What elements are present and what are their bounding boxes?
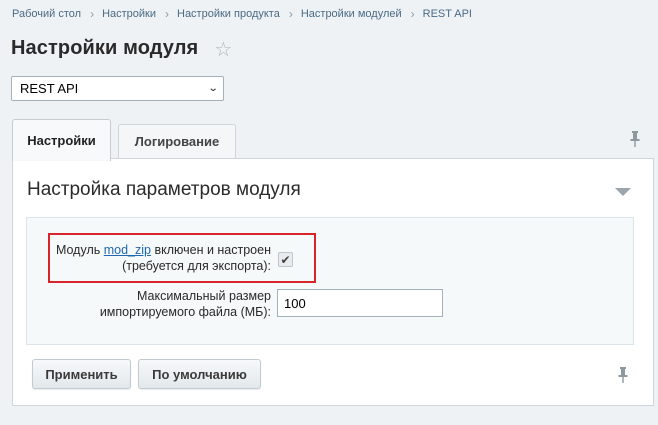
chevron-right-icon: › bbox=[288, 7, 293, 21]
settings-form: Модуль mod_zip включен и настроен (требу… bbox=[26, 217, 634, 345]
tab-label: Логирование bbox=[134, 134, 220, 149]
breadcrumb-item[interactable]: REST API bbox=[423, 8, 472, 20]
chevron-right-icon: › bbox=[90, 7, 95, 21]
section-title: Настройка параметров модуля bbox=[27, 179, 301, 200]
tab-logging[interactable]: Логирование bbox=[118, 124, 236, 158]
breadcrumb-item[interactable]: Настройки bbox=[102, 8, 156, 20]
page-title: Настройки модуля bbox=[11, 37, 199, 59]
highlight-frame bbox=[48, 233, 316, 283]
star-outline-icon[interactable]: ☆ bbox=[214, 37, 232, 62]
chevron-right-icon: › bbox=[410, 7, 415, 21]
module-select-value: REST API bbox=[20, 81, 79, 96]
max-size-input[interactable] bbox=[277, 289, 443, 317]
pin-icon[interactable] bbox=[629, 130, 641, 148]
breadcrumb-item[interactable]: Настройки продукта bbox=[177, 8, 280, 20]
max-size-label: Максимальный размер импортируемого файла… bbox=[11, 288, 271, 320]
collapse-arrow-icon[interactable] bbox=[615, 188, 631, 196]
tab-settings[interactable]: Настройки bbox=[12, 119, 111, 161]
settings-panel: Настройка параметров модуля Модуль mod_z… bbox=[12, 158, 654, 406]
label-text: Максимальный размер bbox=[136, 289, 271, 303]
breadcrumb: Рабочий стол › Настройки › Настройки про… bbox=[12, 7, 472, 21]
label-text: импортируемого файла (МБ): bbox=[99, 305, 271, 319]
module-select[interactable]: REST API ⌄ bbox=[11, 76, 224, 101]
breadcrumb-item[interactable]: Рабочий стол bbox=[12, 8, 81, 20]
tab-label: Настройки bbox=[27, 133, 96, 148]
breadcrumb-item[interactable]: Настройки модулей bbox=[301, 8, 402, 20]
chevron-right-icon: › bbox=[165, 7, 169, 21]
chevron-down-icon: ⌄ bbox=[207, 83, 219, 94]
title-row: Настройки модуля ☆ bbox=[11, 35, 232, 62]
pin-icon[interactable] bbox=[617, 366, 629, 384]
default-button[interactable]: По умолчанию bbox=[138, 359, 261, 389]
apply-button[interactable]: Применить bbox=[32, 359, 131, 389]
